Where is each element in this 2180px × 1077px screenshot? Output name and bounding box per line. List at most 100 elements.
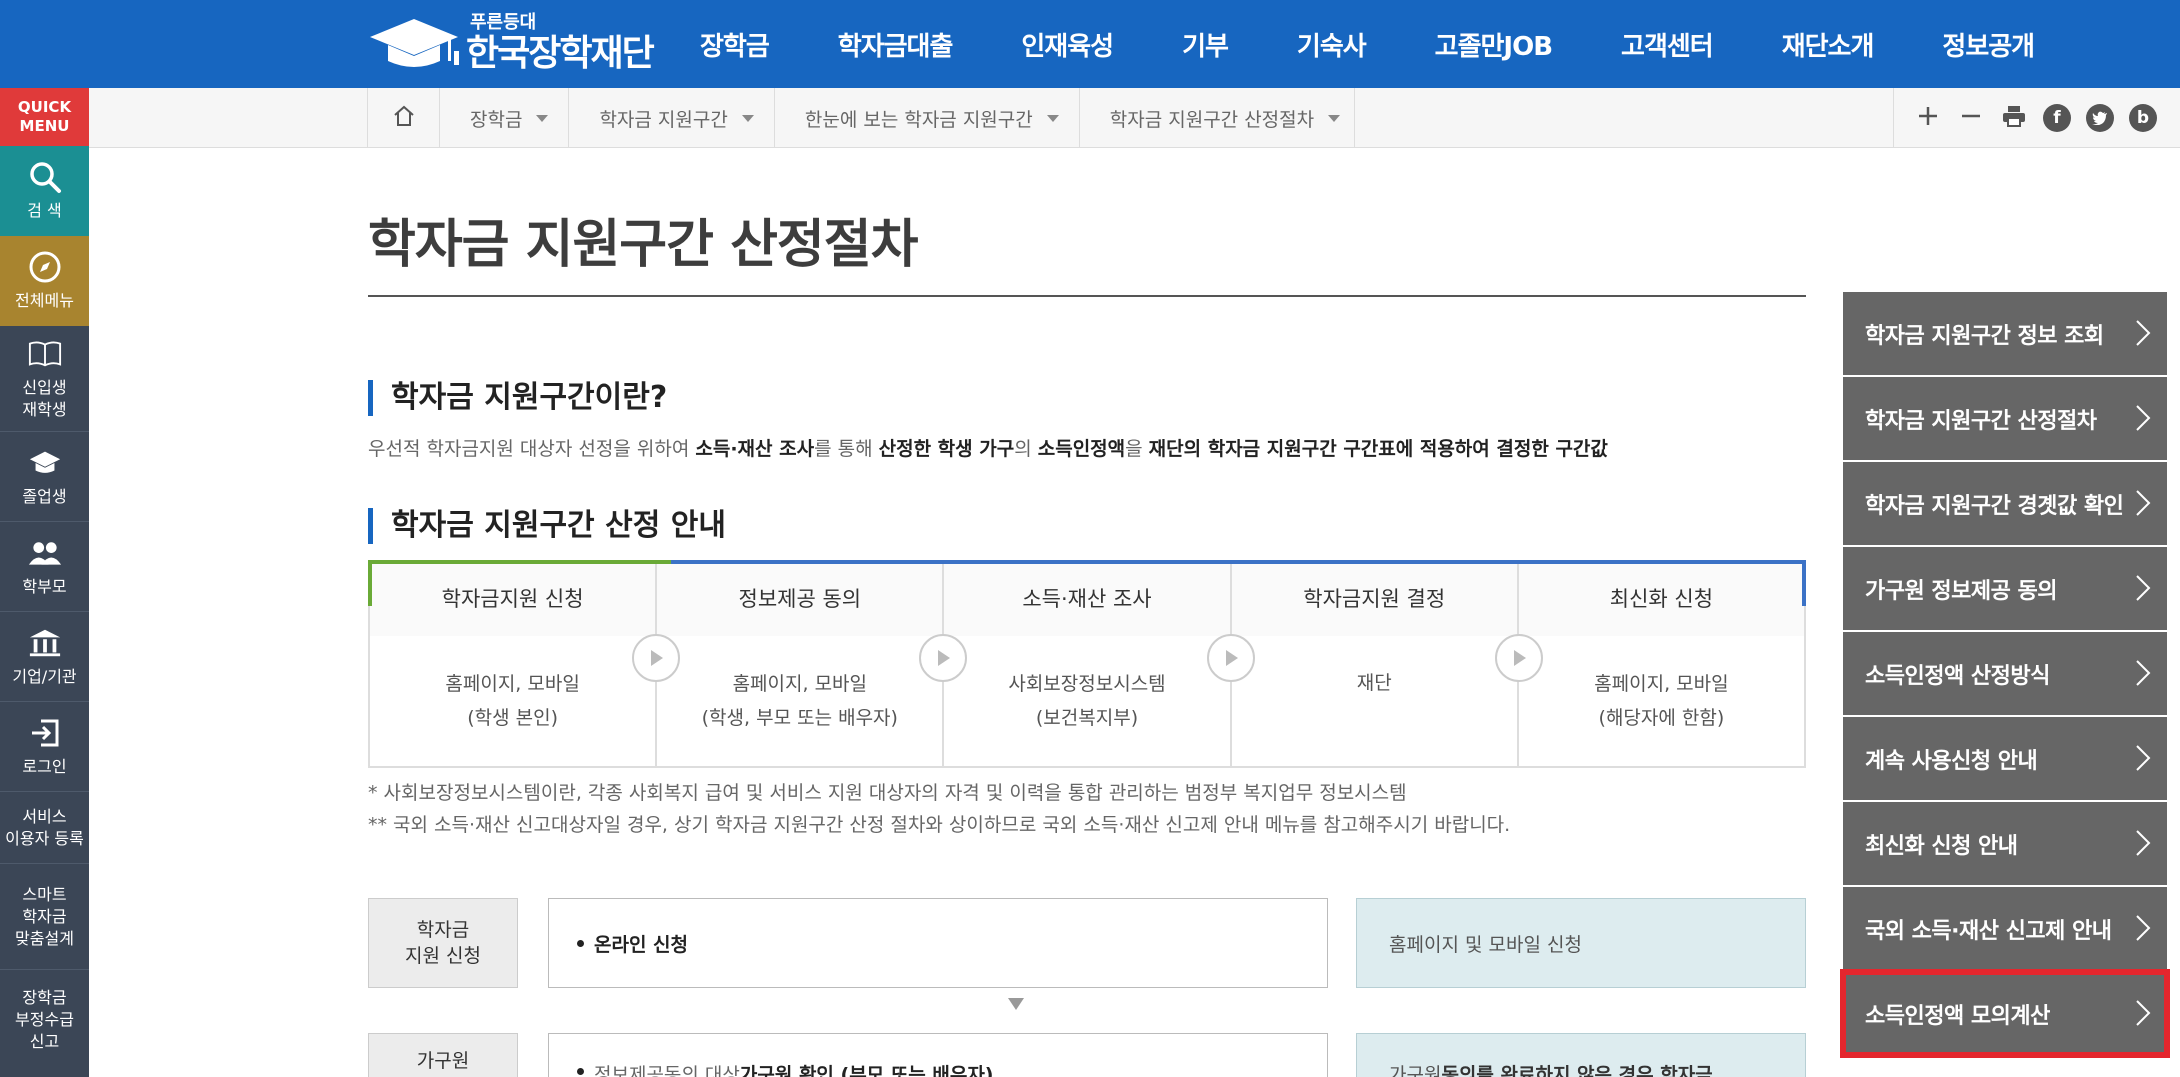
- login-icon: [28, 716, 62, 750]
- breadcrumb-label: 학자금 지원구간 산정절차: [1109, 108, 1315, 131]
- quick-label: 신입생: [22, 377, 67, 397]
- side-item-continued-use[interactable]: 계속 사용신청 안내: [1843, 717, 2167, 800]
- breadcrumb-item-support-tier[interactable]: 학자금 지원구간: [569, 88, 775, 148]
- chevron-right-icon: [2133, 829, 2153, 857]
- process-label-line: 지원 신청: [405, 945, 481, 967]
- search-icon: [28, 160, 62, 194]
- step-line: (학생 본인): [467, 707, 558, 729]
- logo-tagline: 푸른등대: [470, 12, 537, 33]
- nav-about[interactable]: 재단소개: [1782, 26, 1875, 63]
- quick-fraud-report[interactable]: 장학금부정수급신고: [0, 970, 89, 1070]
- breadcrumb: 장학금 학자금 지원구간 한눈에 보는 학자금 지원구간 학자금 지원구간 산정…: [367, 88, 1356, 148]
- caret-down-icon: [536, 114, 549, 122]
- graduation-cap-icon: [28, 446, 62, 480]
- side-item-update-guide[interactable]: 최신화 신청 안내: [1843, 802, 2167, 885]
- quick-students[interactable]: 신입생 재학생: [0, 326, 89, 432]
- zoom-in-button[interactable]: [1910, 100, 1946, 136]
- quick-smart-plan[interactable]: 스마트 학자금 맞춤설계: [0, 864, 89, 970]
- step-investigation: 소득·재산 조사 사회보장정보시스템 (보건복지부): [944, 560, 1232, 766]
- breadcrumb-item-overview[interactable]: 한눈에 보는 학자금 지원구간: [775, 88, 1080, 148]
- nav-disclosure[interactable]: 정보공개: [1942, 26, 2035, 63]
- process-steps: 학자금지원 신청 홈페이지, 모바일 (학생 본인) 정보제공 동의 홈페이지, …: [368, 560, 1806, 768]
- side-item-procedure[interactable]: 학자금 지원구간 산정절차: [1843, 377, 2167, 460]
- step-title: 정보제공 동의: [657, 560, 943, 636]
- nav-scholarship[interactable]: 장학금: [700, 26, 770, 63]
- side-item-boundary[interactable]: 학자금 지원구간 경곗값 확인: [1843, 462, 2167, 545]
- quick-service-register[interactable]: 서비스 이용자 등록: [0, 792, 89, 864]
- step-arrow-icon: [919, 634, 967, 682]
- zoom-out-button[interactable]: [1953, 100, 1989, 136]
- process-detail: 온라인 신청: [548, 898, 1328, 988]
- blog-share-button[interactable]: b: [2125, 100, 2161, 136]
- quick-label: 전체메뉴: [15, 291, 74, 310]
- desc-text: 을: [1125, 438, 1149, 460]
- home-icon: [392, 104, 416, 133]
- quick-label: 졸업생: [22, 486, 67, 506]
- desc-bold: 소득·재산 조사: [695, 438, 815, 460]
- quick-menu: QUICK MENU 검 색 전체메뉴 신입생 재학생 졸업생 학부모 기업/기…: [0, 88, 89, 1077]
- steps-left-edge: [368, 560, 372, 606]
- steps-top-line-start: [368, 560, 671, 564]
- nav-job[interactable]: 고졸만JOB: [1435, 26, 1553, 63]
- desc-bold: 산정한 학생 가구: [878, 438, 1015, 460]
- desc-text: 우선적 학자금지원 대상자 선정을 위하여: [368, 438, 696, 460]
- nav-donation[interactable]: 기부: [1182, 26, 1229, 63]
- nav-customer-center[interactable]: 고객센터: [1621, 26, 1714, 63]
- process-note: 홈페이지 및 모바일 신청: [1356, 898, 1806, 988]
- side-item-income-simulation[interactable]: 소득인정액 모의계산: [1840, 969, 2170, 1058]
- page-title: 학자금 지원구간 산정절차: [368, 215, 918, 275]
- facebook-share-button[interactable]: f: [2039, 100, 2075, 136]
- side-item-label: 국외 소득·재산 신고제 안내: [1865, 918, 2112, 944]
- logo-name: 한국장학재단: [466, 33, 655, 74]
- step-update: 최신화 신청 홈페이지, 모바일 (해당자에 한함): [1518, 560, 1805, 766]
- side-item-label: 학자금 지원구간 정보 조회: [1865, 323, 2104, 349]
- quick-login[interactable]: 로그인: [0, 702, 89, 792]
- steps-right-edge: [1802, 560, 1806, 606]
- site-logo[interactable]: 푸른등대 한국장학재단: [368, 10, 655, 76]
- quick-parents[interactable]: 학부모: [0, 522, 89, 612]
- quick-graduates[interactable]: 졸업생: [0, 432, 89, 522]
- building-icon: [28, 626, 62, 660]
- nav-dormitory[interactable]: 기숙사: [1297, 26, 1367, 63]
- quick-label-2: 이용자 등록: [5, 828, 84, 848]
- step-line: (학생, 부모 또는 배우자): [701, 707, 898, 729]
- arrow-down-icon: [1008, 998, 1024, 1010]
- step-line: 사회보장정보시스템: [1008, 673, 1166, 695]
- breadcrumb-label: 장학금: [470, 108, 523, 131]
- footnote-social-security: * 사회보장정보시스템이란, 각종 사회복지 급여 및 서비스 지원 대상자의 …: [368, 782, 1407, 804]
- nav-student-loan[interactable]: 학자금대출: [838, 26, 954, 63]
- home-button[interactable]: [368, 88, 440, 148]
- quick-label: 장학금: [22, 988, 67, 1007]
- bullet-icon: [577, 1068, 584, 1075]
- twitter-share-button[interactable]: [2082, 100, 2118, 136]
- breadcrumb-item-scholarship[interactable]: 장학금: [440, 88, 570, 148]
- side-menu: 학자금 지원구간 정보 조회 학자금 지원구간 산정절차 학자금 지원구간 경곗…: [1840, 292, 2170, 1058]
- process-label-line: 학자금: [416, 919, 470, 941]
- quick-search[interactable]: 검 색: [0, 146, 89, 236]
- side-item-family-consent[interactable]: 가구원 정보제공 동의: [1843, 547, 2167, 630]
- nav-talent[interactable]: 인재육성: [1021, 26, 1114, 63]
- quick-companies[interactable]: 기업/기관: [0, 612, 89, 702]
- chevron-right-icon: [2133, 744, 2153, 772]
- step-consent: 정보제공 동의 홈페이지, 모바일 (학생, 부모 또는 배우자): [657, 560, 945, 766]
- side-item-income-method[interactable]: 소득인정액 산정방식: [1843, 632, 2167, 715]
- print-button[interactable]: [1996, 100, 2032, 136]
- step-line: 홈페이지, 모바일: [732, 673, 868, 695]
- quick-label: 기업/기관: [12, 666, 77, 686]
- quick-all-menu[interactable]: 전체메뉴: [0, 236, 89, 326]
- step-title: 학자금지원 신청: [370, 560, 656, 636]
- breadcrumb-item-current[interactable]: 학자금 지원구간 산정절차: [1080, 88, 1356, 148]
- bullet-icon: [577, 939, 584, 947]
- side-item-overseas-report[interactable]: 국외 소득·재산 신고제 안내: [1843, 887, 2167, 970]
- process-detail-bold: 가구원 확인 (부모 또는 배우자): [739, 1064, 994, 1077]
- step-arrow-icon: [632, 634, 680, 682]
- quick-label-2: 부정수급: [15, 1010, 74, 1029]
- quick-label-3: 신고: [29, 1032, 60, 1051]
- step-line: (보건복지부): [1035, 707, 1139, 729]
- graduation-cap-logo-icon: [368, 15, 460, 71]
- side-item-label: 소득인정액 모의계산: [1865, 1003, 2050, 1029]
- caret-down-icon: [1046, 114, 1059, 122]
- caret-down-icon: [1328, 114, 1341, 122]
- chevron-right-icon: [2133, 404, 2153, 432]
- side-item-info-lookup[interactable]: 학자금 지원구간 정보 조회: [1843, 292, 2167, 375]
